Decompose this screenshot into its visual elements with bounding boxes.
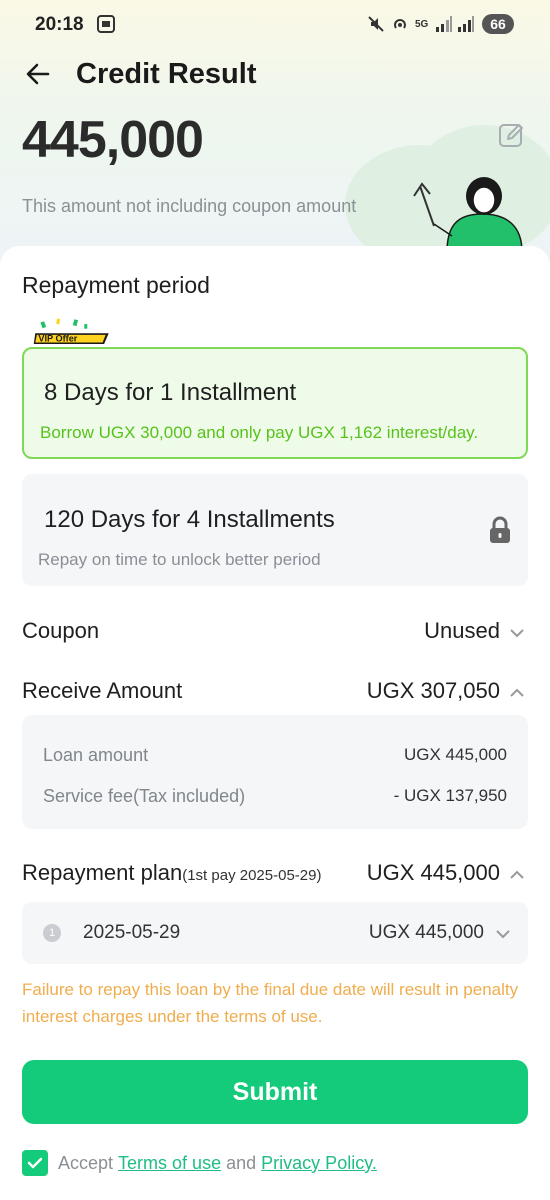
coupon-row[interactable]: Coupon Unused bbox=[22, 618, 528, 650]
consent-row: Accept Terms of use and Privacy Policy. bbox=[22, 1149, 377, 1177]
lock-icon bbox=[490, 516, 510, 543]
status-bar: 20:18 5G 66 bbox=[0, 0, 550, 50]
period-option-subtitle: Repay on time to unlock better period bbox=[38, 550, 321, 569]
chevron-down-icon bbox=[510, 629, 524, 638]
signal-icon bbox=[435, 13, 453, 35]
battery-indicator: 66 bbox=[482, 14, 514, 34]
loan-amount-value: UGX 445,000 bbox=[403, 745, 507, 764]
consent-and: and bbox=[226, 1152, 257, 1173]
woman-illustration-icon bbox=[413, 177, 523, 252]
period-option-subtitle: Borrow UGX 30,000 and only pay UGX 1,162… bbox=[40, 423, 479, 442]
service-fee-label: Service fee(Tax included) bbox=[43, 786, 246, 806]
period-option-title: 120 Days for 4 Installments bbox=[44, 506, 335, 533]
signal-icon bbox=[457, 13, 475, 35]
screenshot-icon bbox=[96, 13, 116, 35]
back-button[interactable] bbox=[22, 58, 54, 90]
installment-amount: UGX 445,000 bbox=[368, 922, 484, 943]
receive-amount-label: Receive Amount bbox=[22, 678, 183, 703]
loan-amount-label: Loan amount bbox=[43, 745, 149, 765]
repayment-plan-label: Repayment plan(1st pay 2025-05-29) bbox=[22, 860, 321, 886]
chevron-up-icon bbox=[510, 688, 524, 697]
period-option-locked[interactable]: 120 Days for 4 Installments Repay on tim… bbox=[22, 474, 528, 586]
page-title: Credit Result bbox=[76, 58, 257, 90]
amount-note: This amount not including coupon amount bbox=[22, 196, 357, 216]
chevron-down-icon bbox=[496, 930, 510, 939]
hotspot-icon bbox=[390, 13, 410, 35]
penalty-warning: Failure to repay this loan by the final … bbox=[22, 980, 519, 1026]
period-option-vip[interactable]: 8 Days for 1 Installment Borrow UGX 30,0… bbox=[22, 347, 528, 459]
accept-checkbox[interactable] bbox=[22, 1150, 48, 1176]
vip-badge-label: VIP Offer bbox=[38, 334, 77, 344]
top-bar: Credit Result bbox=[0, 52, 550, 100]
vip-offer-badge-icon: VIP Offer bbox=[33, 318, 109, 344]
receive-amount-row[interactable]: Receive Amount UGX 307,050 bbox=[22, 678, 528, 710]
installment-date: 2025-05-29 bbox=[83, 922, 181, 943]
mute-icon bbox=[366, 13, 386, 35]
first-pay-date: (1st pay 2025-05-29) bbox=[182, 867, 322, 884]
chevron-up-icon bbox=[510, 870, 524, 879]
installment-number: 1 bbox=[43, 924, 61, 942]
status-time: 20:18 bbox=[35, 14, 84, 35]
repayment-period-title: Repayment period bbox=[22, 272, 210, 298]
coupon-label: Coupon bbox=[22, 618, 100, 643]
credit-amount: 445,000 bbox=[22, 111, 204, 169]
period-option-title: 8 Days for 1 Installment bbox=[44, 379, 297, 406]
service-fee-value: - UGX 137,950 bbox=[393, 786, 507, 805]
installment-item[interactable]: 1 2025-05-29 UGX 445,000 bbox=[22, 902, 528, 964]
repayment-plan-title: Repayment plan bbox=[22, 860, 183, 885]
repayment-plan-value: UGX 445,000 bbox=[366, 860, 500, 885]
edit-icon bbox=[499, 124, 523, 147]
5g-icon: 5G bbox=[415, 18, 429, 30]
submit-button[interactable]: Submit bbox=[22, 1060, 528, 1124]
repayment-plan-row[interactable]: Repayment plan(1st pay 2025-05-29) UGX 4… bbox=[22, 860, 528, 892]
check-icon bbox=[27, 1157, 43, 1169]
privacy-policy-link[interactable]: Privacy Policy. bbox=[261, 1153, 377, 1174]
edit-amount-button[interactable] bbox=[497, 120, 527, 150]
receive-amount-value: UGX 307,050 bbox=[366, 678, 500, 703]
coupon-value: Unused bbox=[424, 618, 500, 643]
receive-details: Loan amount UGX 445,000 Service fee(Tax … bbox=[22, 715, 528, 829]
terms-of-use-link[interactable]: Terms of use bbox=[118, 1153, 221, 1174]
arrow-left-icon bbox=[26, 63, 50, 85]
consent-prefix: Accept bbox=[58, 1152, 114, 1173]
